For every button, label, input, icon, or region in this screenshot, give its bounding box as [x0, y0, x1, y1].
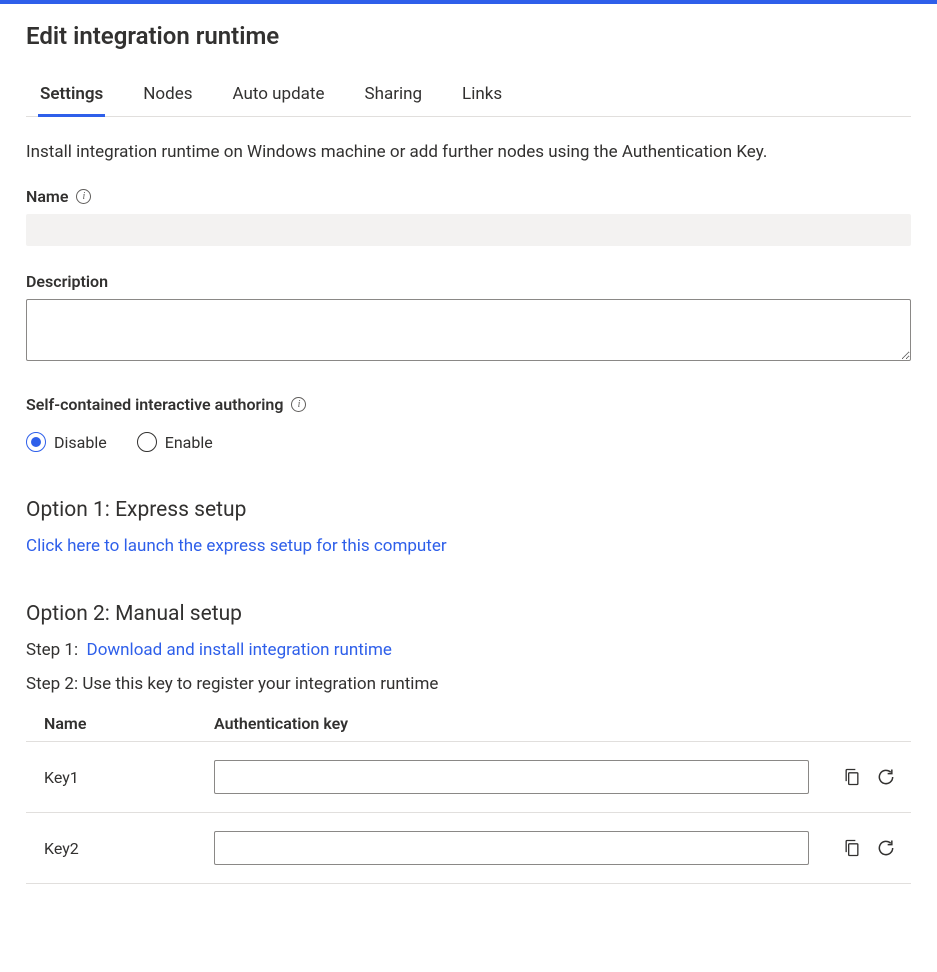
tab-auto-update[interactable]: Auto update — [230, 78, 326, 117]
regenerate-button[interactable] — [871, 833, 901, 863]
radio-enable[interactable]: Enable — [137, 432, 213, 452]
tab-bar: Settings Nodes Auto update Sharing Links — [26, 78, 911, 117]
page-title: Edit integration runtime — [26, 22, 911, 50]
copy-button[interactable] — [837, 762, 867, 792]
auth-key-input[interactable] — [214, 760, 809, 794]
tab-nodes[interactable]: Nodes — [141, 78, 194, 117]
description-label: Description — [26, 272, 108, 291]
refresh-icon — [876, 767, 896, 787]
authoring-radio-group: Disable Enable — [26, 432, 911, 452]
option2-heading: Option 2: Manual setup — [26, 602, 911, 626]
auth-key-table: Name Authentication key Key1 — [26, 708, 911, 884]
table-row: Key1 — [26, 742, 911, 813]
radio-disable[interactable]: Disable — [26, 432, 107, 452]
key-name-cell: Key2 — [26, 813, 196, 884]
page-container: Edit integration runtime Settings Nodes … — [0, 4, 937, 914]
intro-text: Install integration runtime on Windows m… — [26, 139, 911, 165]
option1-heading: Option 1: Express setup — [26, 498, 911, 522]
step1-prefix: Step 1: — [26, 640, 78, 660]
download-ir-link[interactable]: Download and install integration runtime — [87, 640, 392, 660]
radio-circle-icon — [137, 432, 157, 452]
step2-line: Step 2: Use this key to register your in… — [26, 674, 911, 694]
express-setup-link[interactable]: Click here to launch the express setup f… — [26, 536, 447, 556]
description-input[interactable] — [26, 299, 911, 361]
regenerate-button[interactable] — [871, 762, 901, 792]
radio-circle-icon — [26, 432, 46, 452]
radio-enable-label: Enable — [165, 433, 213, 452]
copy-icon — [842, 838, 862, 858]
tab-sharing[interactable]: Sharing — [363, 78, 425, 117]
key-name-cell: Key1 — [26, 742, 196, 813]
refresh-icon — [876, 838, 896, 858]
authoring-label-row: Self-contained interactive authoring i — [26, 395, 306, 414]
authoring-label: Self-contained interactive authoring — [26, 395, 283, 414]
name-label-row: Name i — [26, 187, 91, 206]
auth-key-input[interactable] — [214, 831, 809, 865]
copy-icon — [842, 767, 862, 787]
info-icon[interactable]: i — [76, 189, 91, 204]
step1-line: Step 1: Download and install integration… — [26, 640, 911, 660]
radio-disable-label: Disable — [54, 433, 107, 452]
col-header-actions — [819, 708, 911, 742]
tab-settings[interactable]: Settings — [38, 78, 105, 117]
name-label: Name — [26, 187, 68, 206]
col-header-authkey: Authentication key — [196, 708, 819, 742]
tab-links[interactable]: Links — [460, 78, 504, 117]
col-header-name: Name — [26, 708, 196, 742]
radio-dot-icon — [31, 437, 41, 447]
name-input[interactable] — [26, 214, 911, 246]
table-row: Key2 — [26, 813, 911, 884]
info-icon[interactable]: i — [291, 397, 306, 412]
copy-button[interactable] — [837, 833, 867, 863]
